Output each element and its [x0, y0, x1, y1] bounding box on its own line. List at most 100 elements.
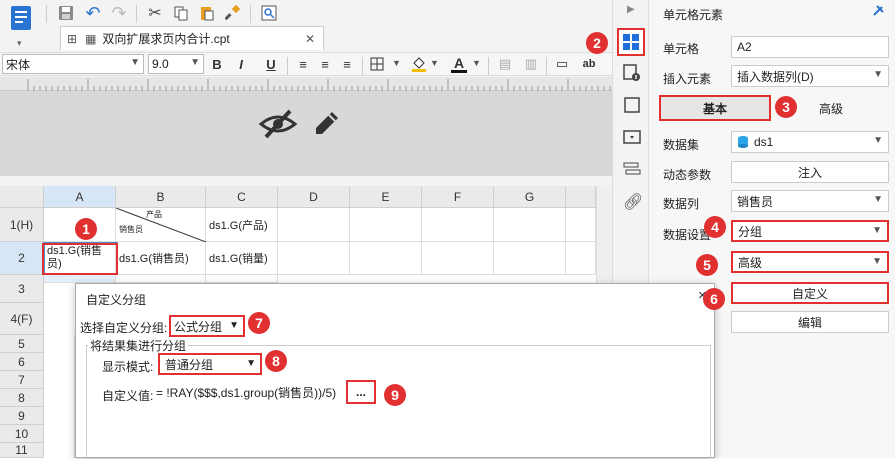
column-header-a[interactable]: A — [44, 186, 116, 208]
column-header-e[interactable]: E — [350, 186, 422, 208]
cell-e2[interactable] — [350, 242, 422, 275]
cell-g2[interactable] — [494, 242, 566, 275]
insert-element-select[interactable]: 插入数据列(D) ▼ — [731, 65, 889, 87]
dynamic-param-label: 动态参数 — [663, 168, 712, 182]
grid-gap — [0, 176, 612, 186]
row-header-1[interactable]: 1(H) — [0, 208, 44, 242]
cell-c2[interactable]: ds1.G(销量) — [206, 242, 278, 275]
chevron-down-icon[interactable]: ▼ — [392, 58, 401, 68]
dataset-select[interactable]: ds1 ▼ — [731, 131, 889, 153]
tab-basic[interactable]: 基本 — [659, 95, 771, 121]
formula-more-button[interactable]: ... — [346, 380, 376, 404]
fill-color-icon[interactable] — [410, 54, 428, 74]
inject-button[interactable]: 注入 — [731, 161, 889, 183]
align-left-icon[interactable]: ≡ — [294, 54, 312, 74]
pin-icon[interactable] — [871, 4, 885, 21]
chevron-down-icon[interactable]: ▼ — [430, 58, 439, 68]
hidden-eye-icon[interactable] — [258, 106, 298, 145]
data-column-value: 销售员 — [737, 194, 774, 209]
merge-cells-icon[interactable]: ▤ — [496, 54, 514, 74]
custom-value-field[interactable]: = !RAY($$$,ds1.group(销售员))/5) — [156, 384, 342, 404]
row-header-6[interactable]: 6 — [0, 353, 44, 371]
bold-button[interactable]: B — [208, 54, 226, 74]
cell-h2[interactable] — [566, 242, 596, 275]
cell-h1[interactable] — [566, 208, 596, 242]
cell-c3[interactable] — [206, 275, 278, 283]
column-header-b[interactable]: B — [116, 186, 206, 208]
cell-a3[interactable] — [44, 275, 116, 283]
save-icon[interactable] — [55, 2, 77, 24]
wrap-icon[interactable]: ▭ — [553, 54, 571, 74]
custom-button[interactable]: 自定义 — [731, 282, 889, 304]
preview-icon[interactable] — [258, 2, 280, 24]
chevron-down-icon[interactable]: ▼ — [472, 58, 481, 68]
cell-e1[interactable] — [350, 208, 422, 242]
row-header-7[interactable]: 7 — [0, 371, 44, 389]
undo-icon[interactable]: ↶ — [82, 2, 104, 24]
cell-b3[interactable] — [116, 275, 206, 283]
toolbar-divider — [250, 5, 251, 23]
toolbar-divider — [46, 5, 47, 23]
condition-icon[interactable] — [623, 160, 641, 181]
copy-icon[interactable] — [170, 2, 192, 24]
cell-f2[interactable] — [422, 242, 494, 275]
column-header-extra[interactable] — [566, 186, 596, 208]
paste-icon[interactable] — [196, 2, 218, 24]
group-mode-select[interactable]: 高级 ▼ — [731, 251, 889, 273]
cell-b2[interactable]: ds1.G(销售员) — [116, 242, 206, 275]
edit-pencil-icon[interactable] — [310, 108, 344, 143]
edit-button[interactable]: 编辑 — [731, 311, 889, 333]
row-header-5[interactable]: 5 — [0, 335, 44, 353]
column-header-g[interactable]: G — [494, 186, 566, 208]
row-header-4[interactable]: 4(F) — [0, 303, 44, 335]
column-header-d[interactable]: D — [278, 186, 350, 208]
align-right-icon[interactable]: ≡ — [338, 54, 356, 74]
data-column-select[interactable]: 销售员 ▼ — [731, 190, 889, 212]
underline-button[interactable]: U — [262, 54, 280, 74]
custom-value-label: 自定义值: — [102, 389, 154, 403]
close-tab-icon[interactable]: ✕ — [305, 32, 315, 46]
data-setting-select[interactable]: 分组 ▼ — [731, 220, 889, 242]
display-mode-select[interactable]: 普通分组 ▼ — [158, 353, 262, 375]
split-cells-icon[interactable]: ▥ — [522, 54, 540, 74]
data-column-label: 数据列 — [663, 197, 700, 211]
cell-c1[interactable]: ds1.G(产品) — [206, 208, 278, 242]
font-family-select[interactable]: 宋体 ▼ — [2, 54, 144, 74]
cell-g1[interactable] — [494, 208, 566, 242]
row-header-9[interactable]: 9 — [0, 407, 44, 425]
cell-element-tab[interactable] — [617, 28, 645, 56]
collapse-arrow-icon[interactable]: ▶ — [627, 4, 635, 15]
step-badge-1: 1 — [75, 218, 97, 240]
file-tab[interactable]: ⊞ ▦ 双向扩展求页内合计.cpt ✕ — [60, 26, 324, 50]
insert-value: 插入数据列(D) — [737, 69, 814, 84]
cell-b1-diagonal[interactable]: 产品 销售员 — [116, 208, 206, 242]
hyperlink-icon[interactable]: 🔗︎ — [623, 192, 643, 212]
cell-attribute-icon[interactable] — [623, 64, 641, 85]
cell-field[interactable]: A2 — [731, 36, 889, 58]
cut-icon[interactable]: ✂ — [144, 2, 166, 24]
tab-advanced-label: 高级 — [818, 101, 843, 116]
row-header-11[interactable]: 11 — [0, 443, 44, 458]
cell-border-icon[interactable] — [623, 96, 641, 117]
corner-cell[interactable] — [0, 186, 44, 208]
text-direction-button[interactable]: ab — [578, 54, 600, 74]
widget-icon[interactable] — [623, 128, 641, 149]
cell-d2[interactable] — [278, 242, 350, 275]
row-header-8[interactable]: 8 — [0, 389, 44, 407]
row-header-10[interactable]: 10 — [0, 425, 44, 443]
italic-button[interactable]: I — [232, 54, 250, 74]
row-header-2[interactable]: 2 — [0, 242, 44, 275]
column-header-c[interactable]: C — [206, 186, 278, 208]
redo-icon[interactable]: ↷ — [108, 2, 130, 24]
column-header-f[interactable]: F — [422, 186, 494, 208]
group-type-select[interactable]: 公式分组 ▼ — [169, 315, 245, 337]
app-menu-chevron-icon[interactable]: ▾ — [17, 38, 22, 49]
format-painter-icon[interactable] — [222, 2, 244, 24]
app-menu-button[interactable] — [8, 4, 34, 34]
row-header-3[interactable]: 3 — [0, 275, 44, 303]
border-icon[interactable] — [368, 54, 386, 74]
cell-d1[interactable] — [278, 208, 350, 242]
cell-f1[interactable] — [422, 208, 494, 242]
align-center-icon[interactable]: ≡ — [316, 54, 334, 74]
font-size-select[interactable]: 9.0 ▼ — [148, 54, 204, 74]
